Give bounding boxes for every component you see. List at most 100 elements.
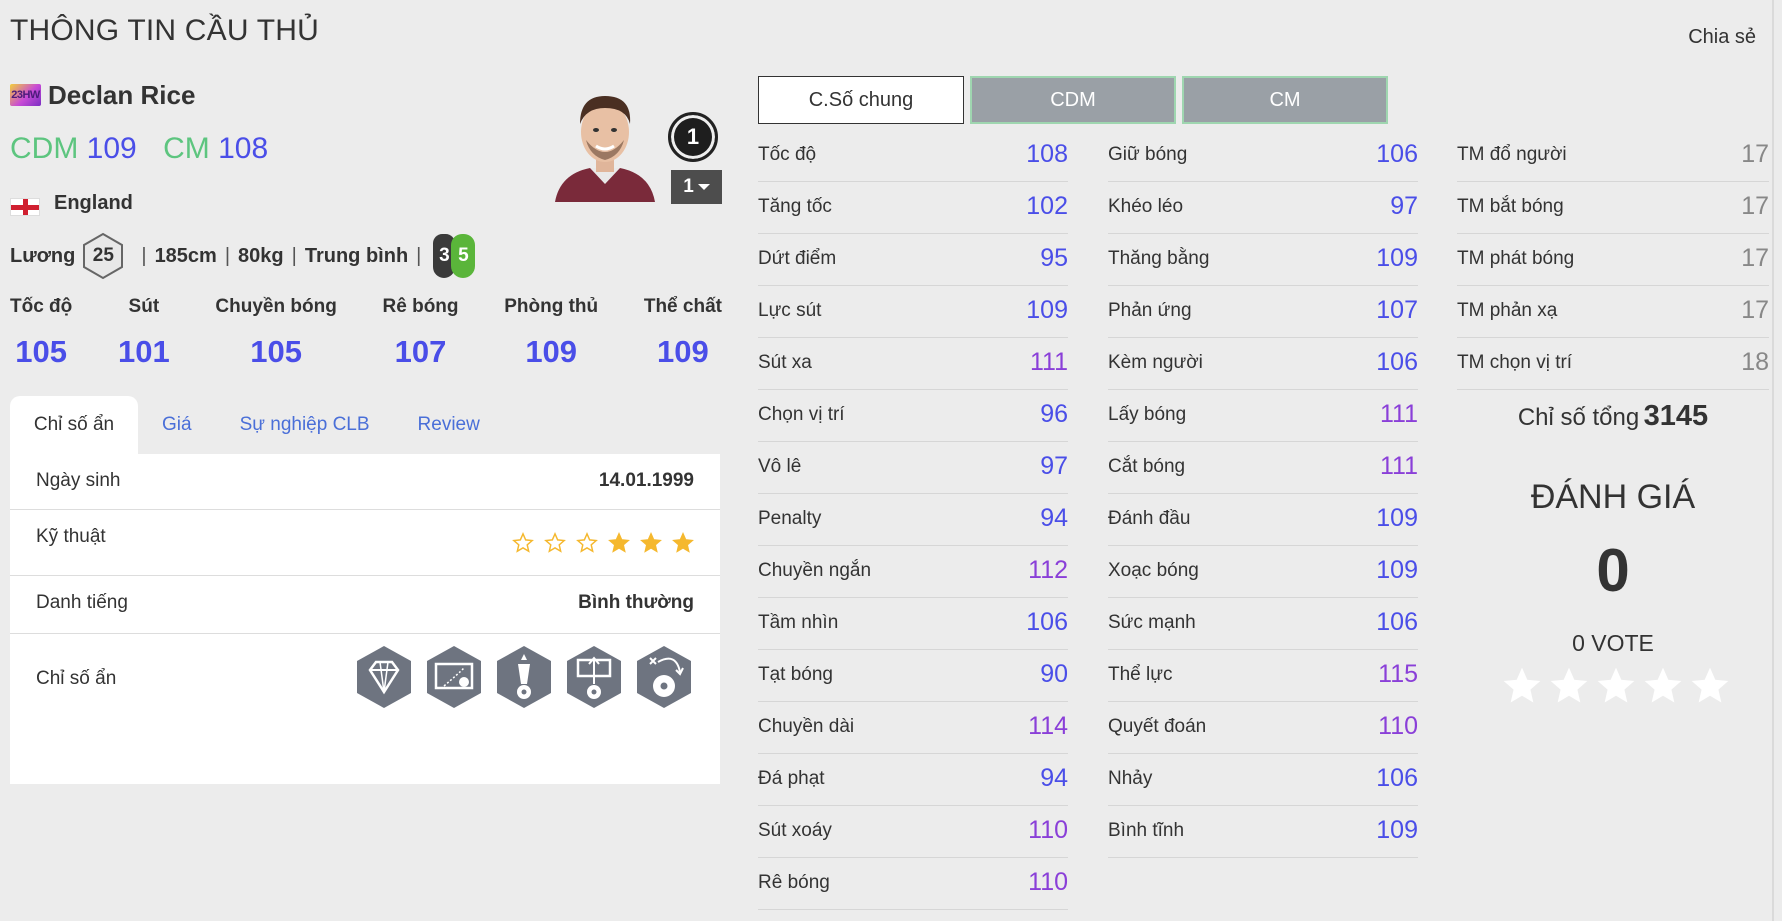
main-stat-value: 107 [394,334,447,369]
stat-value: 17 [1741,244,1769,272]
hidden-stats-panel: Ngày sinh 14.01.1999 Kỹ thuật Danh tiếng… [10,454,720,784]
reputation-row: Danh tiếng Bình thường [10,576,720,634]
stat-row: Dứt điểm 95 [758,234,1068,286]
vote-star-icon[interactable] [1594,664,1638,708]
salary-hex-icon: 25 [81,232,125,280]
separator: | [416,244,422,267]
stat-name: Đánh đầu [1108,508,1191,529]
main-stat-value: 109 [525,334,578,369]
stat-row: TM phản xạ 17 [1457,286,1769,338]
chevron-down-icon [697,184,710,190]
strong-foot-value: 5 [451,234,476,278]
skill-row: Kỹ thuật [10,510,720,576]
stat-name: Tăng tốc [758,196,832,217]
season-badge: 23HW [10,84,41,106]
upgrade-level-select[interactable]: 1 [671,170,722,204]
stat-value: 110 [1378,712,1418,740]
main-stat-label: Sút [128,296,160,317]
stat-row: Lấy bóng 111 [1108,390,1418,442]
stat-name: Khéo léo [1108,196,1184,217]
stat-value: 17 [1741,296,1769,324]
info-tabs: Chỉ số ẩn Giá Sự nghiệp CLB Review [10,394,504,454]
stat-row: Phản ứng 107 [1108,286,1418,338]
share-button[interactable]: Chia sẻ [1688,26,1756,49]
tab-club-career[interactable]: Sự nghiệp CLB [216,396,394,454]
stat-value: 110 [1028,816,1068,844]
stat-value: 95 [1040,244,1068,272]
main-stat-label: Chuyền bóng [215,296,337,317]
power-header-trait-icon[interactable] [564,644,624,710]
vote-star-icon[interactable] [1547,664,1591,708]
stat-value: 111 [1379,400,1418,428]
tab-price[interactable]: Giá [138,396,216,454]
stat-value: 114 [1028,712,1068,740]
long-pass-trait-icon[interactable] [634,644,694,710]
stat-value: 108 [1026,140,1068,168]
stat-name: Tầm nhìn [758,612,839,633]
stat-row: Giữ bóng 106 [1108,130,1418,182]
diamond-trait-icon[interactable] [354,644,414,710]
stat-value: 110 [1028,868,1068,896]
stat-row: TM chọn vị trí 18 [1457,338,1769,390]
position-label: CM [163,132,210,165]
tab-position-cdm[interactable]: CDM [970,76,1176,124]
stat-row: Penalty 94 [758,494,1068,546]
stat-row: Sút xoáy 110 [758,806,1068,858]
vote-star-icon[interactable] [1641,664,1685,708]
stat-name: Lực sút [758,300,822,321]
stats-column-goalkeeping: TM đổ người 17 TM bắt bóng 17 TM phát bóng 17… [1457,130,1769,390]
stat-name: Kèm người [1108,352,1203,373]
long-shot-trait-icon[interactable] [494,644,554,710]
stat-row: Cắt bóng 111 [1108,442,1418,494]
stat-value: 90 [1040,660,1068,688]
stat-name: Sút xoáy [758,820,832,841]
stat-row: Quyết đoán 110 [1108,702,1418,754]
stat-row: Sức mạnh 106 [1108,598,1418,650]
tab-position-cm[interactable]: CM [1182,76,1388,124]
stat-value: 109 [1376,816,1418,844]
main-stat-label: Rê bóng [382,296,459,317]
trait-icons [354,644,694,710]
main-stat-label: Thể chất [643,296,722,317]
page-title: THÔNG TIN CẦU THỦ [10,14,319,47]
stat-name: TM phát bóng [1457,248,1575,269]
stat-value: 94 [1040,504,1068,532]
rank-badge: 1 [668,112,718,162]
vote-star-icon[interactable] [1500,664,1544,708]
stat-name: Tốc độ [758,144,817,165]
star-empty-icon [512,532,534,553]
stat-name: Phản ứng [1108,300,1192,321]
tab-review[interactable]: Review [394,396,504,454]
main-stat-value: 105 [15,334,67,369]
tab-hidden-stats[interactable]: Chỉ số ẩn [10,396,138,454]
skill-stars [512,532,694,554]
vote-star-icon[interactable] [1688,664,1732,708]
stat-name: Penalty [758,508,822,529]
stat-name: Đá phạt [758,768,825,789]
stat-name: Rê bóng [758,872,830,893]
stat-row: Xoạc bóng 109 [1108,546,1418,598]
stat-name: Cắt bóng [1108,456,1186,477]
upgrade-level-value: 1 [683,176,694,197]
vote-stars [1500,664,1732,708]
star-empty-icon [576,532,598,553]
reputation-value: Bình thường [578,592,694,613]
star-filled-icon [608,532,630,553]
stat-value: 111 [1029,348,1068,376]
stat-name: Nhảy [1108,768,1153,789]
position-ratings: CDM 109 CM 108 [10,132,286,166]
star-empty-icon [544,532,566,553]
main-stat: Chuyền bóng 105 [215,296,336,370]
main-stat: Rê bóng 107 [383,296,459,370]
finesse-shot-trait-icon[interactable] [424,644,484,710]
main-stat: Thể chất 109 [644,296,722,370]
stat-value: 109 [1376,556,1418,584]
tab-general-stats[interactable]: C.Số chung [758,76,964,124]
player-info-panel: 23HW Declan Rice CDM 109 CM 108 England … [10,72,722,912]
stat-name: Chọn vị trí [758,404,845,425]
stats-column-attacking: Tốc độ 108 Tăng tốc 102 Dứt điểm 95 Lực sút 109… [758,130,1068,910]
stat-name: TM đổ người [1457,144,1567,165]
stat-value: 97 [1390,192,1418,220]
stat-row: Lực sút 109 [758,286,1068,338]
stat-name: TM chọn vị trí [1457,352,1573,373]
